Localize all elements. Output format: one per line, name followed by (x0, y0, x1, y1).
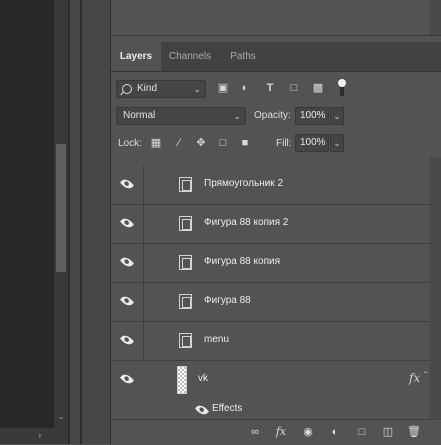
chevron-down-icon: ⌄ (233, 111, 241, 121)
filter-kind-dropdown[interactable]: Kind ⌄ (116, 80, 206, 98)
new-layer-icon[interactable]: ◫ (380, 425, 396, 439)
lock-transparent-pixels-icon[interactable]: ▦ (149, 136, 163, 150)
layer-row[interactable]: Прямоугольник 2 (111, 166, 430, 205)
shape-layer-thumbnail-icon (179, 216, 192, 231)
collapsed-panel-dock (82, 0, 110, 444)
lock-image-pixels-icon[interactable]: ∕ (172, 136, 186, 150)
layer-thumbnail (177, 366, 187, 394)
canvas-scroll-thumb[interactable] (56, 144, 66, 272)
layer-row[interactable]: Фигура 88 копия (111, 244, 430, 283)
tab-layers[interactable]: Layers (111, 42, 161, 71)
layers-list-scrollbar[interactable] (430, 157, 441, 419)
eye-icon (119, 215, 135, 231)
layer-style-icon[interactable]: fx (273, 425, 289, 439)
canvas-horizontal-scrollbar[interactable] (0, 428, 68, 444)
type-filter-icon[interactable]: T (263, 81, 277, 95)
shape-filter-icon[interactable]: □ (287, 81, 301, 95)
scroll-down-arrow-icon[interactable]: ⌄ (56, 410, 66, 422)
layer-row[interactable]: vk fx ˆ (111, 361, 430, 399)
lock-label: Lock: (118, 138, 142, 149)
layers-bottom-toolbar: ∞ fx ◉ ◐ □ ◫ 🗑 (111, 419, 441, 445)
link-layers-icon[interactable]: ∞ (247, 425, 263, 439)
visibility-toggle[interactable] (111, 361, 143, 399)
eye-icon (119, 176, 135, 192)
visibility-toggle[interactable] (111, 166, 144, 204)
smart-object-filter-icon[interactable]: ▩ (311, 81, 325, 95)
layer-name: Фигура 88 копия (204, 256, 280, 267)
visibility-toggle[interactable] (111, 322, 144, 360)
panel-divider (70, 0, 80, 444)
visibility-toggle[interactable] (111, 244, 144, 282)
upper-panel-scrollbar[interactable] (430, 0, 441, 35)
shape-layer-thumbnail-icon (179, 255, 192, 270)
layer-name: Фигура 88 копия 2 (204, 217, 289, 228)
collapse-effects-caret-icon[interactable]: ˆ (424, 371, 427, 382)
filter-toggle-icon[interactable] (337, 79, 347, 97)
layers-list: Прямоугольник 2 Фигура 88 копия 2 Фигура… (111, 157, 430, 419)
adjustment-layer-icon[interactable]: ◐ (327, 425, 343, 439)
scroll-right-arrow-icon[interactable]: › (38, 429, 48, 443)
shape-layer-thumbnail-icon (179, 294, 192, 309)
eye-icon (119, 254, 135, 270)
upper-panel (111, 0, 441, 36)
panel-tab-bar: Layers Channels Paths (111, 42, 441, 72)
fill-label: Fill: (276, 138, 292, 149)
eye-icon[interactable] (194, 402, 210, 418)
layer-row[interactable]: menu (111, 322, 430, 361)
blend-mode-dropdown[interactable]: Normal ⌄ (116, 107, 246, 125)
eye-icon (119, 371, 135, 387)
chevron-down-icon: ⌄ (193, 84, 201, 94)
layer-name: menu (204, 334, 230, 345)
opacity-field[interactable]: 100% (295, 107, 329, 125)
new-group-icon[interactable]: □ (354, 425, 370, 439)
lock-artboard-icon[interactable]: □ (216, 136, 230, 150)
delete-layer-icon[interactable]: 🗑 (406, 425, 422, 439)
effects-label: Effects (212, 403, 243, 414)
fx-badge[interactable]: fx (409, 371, 420, 385)
opacity-label: Opacity: (254, 110, 291, 121)
visibility-toggle[interactable] (111, 205, 144, 243)
add-mask-icon[interactable]: ◉ (300, 425, 316, 439)
layer-name: vk (198, 373, 208, 384)
opacity-slider-chevron-icon[interactable]: ⌄ (330, 107, 344, 125)
fill-slider-chevron-icon[interactable]: ⌄ (330, 134, 344, 152)
search-icon (122, 84, 132, 94)
tab-channels[interactable]: Channels (161, 42, 219, 71)
eye-icon (119, 332, 135, 348)
image-filter-icon[interactable]: ▣ (216, 81, 230, 95)
layer-row[interactable]: Фигура 88 копия 2 (111, 205, 430, 244)
layer-name: Прямоугольник 2 (204, 178, 284, 189)
blend-mode-value: Normal (123, 110, 156, 121)
effects-row[interactable]: Effects (111, 400, 430, 419)
fill-field[interactable]: 100% (295, 134, 329, 152)
adjustment-filter-icon[interactable]: ◐ (238, 81, 252, 95)
shape-layer-thumbnail-icon (179, 333, 192, 348)
lock-position-icon[interactable]: ✥ (194, 136, 208, 150)
shape-layer-thumbnail-icon (179, 177, 192, 192)
lock-all-icon[interactable]: ■ (238, 136, 252, 150)
tab-paths[interactable]: Paths (219, 42, 267, 71)
filter-kind-label: Kind (137, 83, 158, 94)
layer-row[interactable]: Фигура 88 (111, 283, 430, 322)
document-canvas-area[interactable] (0, 0, 54, 444)
eye-icon (119, 293, 135, 309)
visibility-toggle[interactable] (111, 283, 144, 321)
layer-name: Фигура 88 (204, 295, 251, 306)
